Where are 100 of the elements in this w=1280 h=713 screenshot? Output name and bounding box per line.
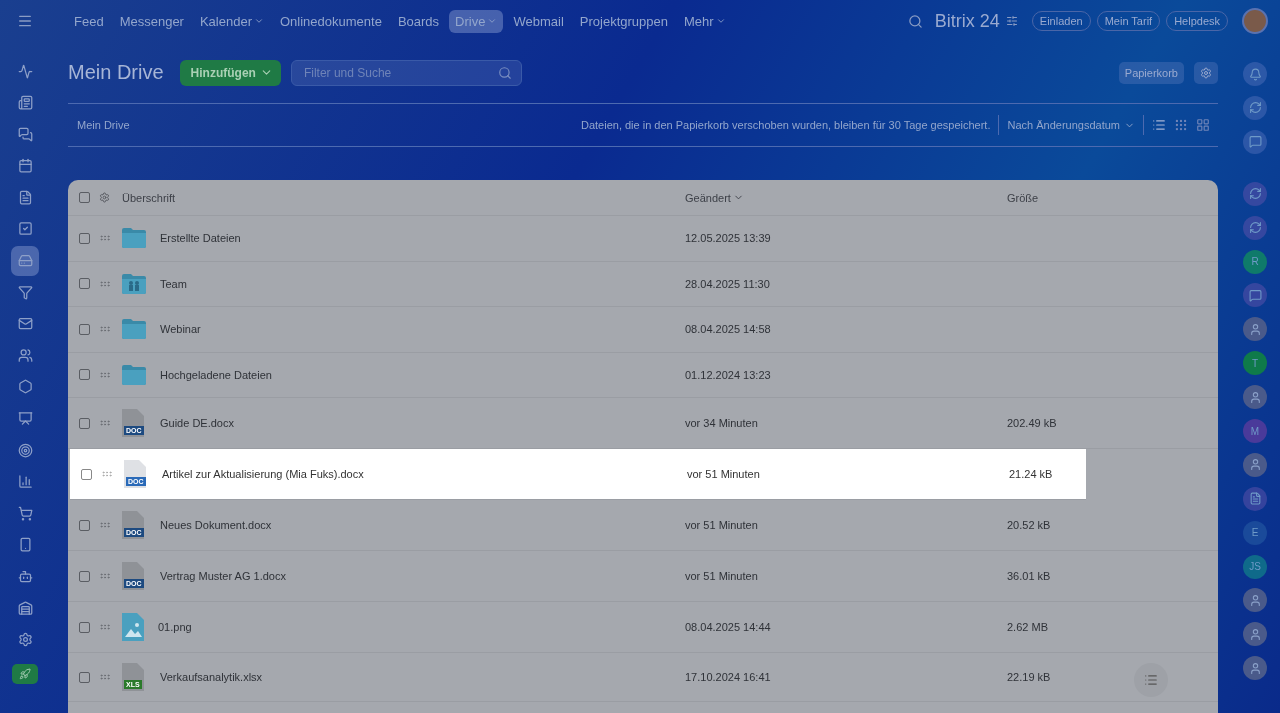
nav-tab[interactable]: Onlinedokumente (274, 9, 388, 33)
nav-tab[interactable]: Messenger (113, 9, 190, 33)
modified-date: 12.05.2025 13:39 (685, 232, 771, 245)
refresh-icon[interactable] (1243, 215, 1267, 240)
checkbox[interactable] (79, 417, 90, 429)
modified-date: 01.12.2024 13:23 (685, 368, 771, 381)
file-size: 20.52 kB (1007, 519, 1051, 531)
checkbox[interactable] (79, 278, 90, 290)
drag-handle-icon[interactable] (99, 671, 111, 683)
modified-date: 17.10.2024 16:41 (685, 671, 771, 683)
file-name[interactable]: Team (160, 277, 187, 290)
sliders-icon[interactable] (1005, 15, 1018, 27)
search-icon[interactable] (497, 65, 512, 80)
column-header[interactable]: Geändert (685, 191, 1007, 204)
file-row[interactable]: Hochgeladene Dateien 01.12.2024 13:23 (68, 352, 1218, 398)
bell-icon[interactable] (1243, 62, 1267, 86)
checkbox[interactable] (79, 519, 90, 531)
drag-handle-icon[interactable] (99, 621, 111, 633)
file-size: 2.62 MB (1007, 621, 1048, 633)
trash-button[interactable]: Papierkorb (1118, 61, 1184, 84)
folder-icon (122, 364, 146, 385)
file-size: 22.19 kB (1007, 671, 1051, 683)
nav-tab[interactable]: Boards (391, 9, 446, 33)
notice-text: Dateien, die in den Papierkorb verschoben wurden, bleiben für 30 Tage gespeichert. (580, 119, 991, 131)
file-name[interactable]: Vertrag Muster AG 1.docx (160, 570, 286, 582)
team-folder-icon (122, 273, 146, 294)
folder-icon (122, 228, 146, 249)
letter-avatar[interactable]: M (1243, 419, 1267, 443)
menu-icon[interactable] (17, 13, 33, 29)
dots-grid-icon[interactable] (1174, 118, 1188, 132)
drive-icon[interactable] (11, 245, 39, 276)
refresh-icon[interactable] (1243, 181, 1267, 206)
file-row[interactable]: 01.png 08.04.2025 14:44 2.62 MB (68, 602, 1218, 653)
letter-avatar[interactable]: E (1243, 520, 1267, 545)
list-button[interactable] (1134, 663, 1168, 697)
settings-icon (1200, 66, 1212, 79)
avatar-placeholder[interactable] (1243, 588, 1267, 613)
avatar-placeholder[interactable] (1243, 385, 1267, 410)
chat-icon[interactable] (1243, 129, 1267, 154)
settings-icon[interactable] (99, 192, 110, 203)
file-row[interactable]: Team 28.04.2025 11:30 (68, 261, 1218, 307)
avatar-placeholder[interactable] (1243, 622, 1267, 647)
file-name[interactable]: Hochgeladene Dateien (160, 368, 272, 381)
file-row[interactable]: Erstellte Dateien 12.05.2025 13:39 (68, 216, 1218, 262)
drag-handle-icon[interactable] (99, 570, 111, 582)
modified-date: vor 51 Minuten (685, 570, 758, 582)
search-field[interactable]: Filter und Suche (290, 59, 522, 86)
nav-tab[interactable]: Kalender (193, 9, 270, 33)
modified-date: 08.04.2025 14:44 (685, 621, 771, 633)
drag-handle-icon[interactable] (99, 519, 111, 531)
checkbox[interactable] (79, 232, 90, 244)
drag-handle-icon[interactable] (99, 417, 111, 429)
list-icon (1144, 673, 1158, 687)
chat-icon[interactable] (1243, 283, 1267, 308)
file-name[interactable]: Guide DE.docx (160, 417, 234, 429)
rocket-button[interactable] (12, 664, 38, 685)
file-name[interactable]: Erstellte Dateien (160, 232, 241, 245)
avatar-placeholder[interactable] (1243, 452, 1267, 477)
checkbox[interactable] (79, 570, 90, 582)
drag-handle-icon[interactable] (101, 468, 113, 480)
avatar-placeholder[interactable] (1243, 317, 1267, 342)
file-name[interactable]: Webinar (160, 323, 201, 336)
nav-tab[interactable]: Projektgruppen (573, 9, 674, 33)
modified-date: 08.04.2025 14:58 (685, 323, 771, 336)
modified-date: vor 51 Minuten (685, 519, 758, 531)
nav-tab[interactable]: Webmail (507, 9, 570, 33)
file-name[interactable]: Verkaufsanalytik.xlsx (160, 671, 263, 683)
nav-tab[interactable]: Mehr (677, 9, 732, 33)
checkbox[interactable] (79, 369, 90, 381)
file-name[interactable]: 01.png (158, 621, 192, 633)
rocket-icon (19, 668, 31, 681)
modified-date: 28.04.2025 11:30 (685, 277, 770, 290)
column-header[interactable]: Überschrift (122, 191, 685, 204)
image-file-icon (122, 613, 144, 641)
file-row[interactable]: Webinar 08.04.2025 14:58 (68, 307, 1218, 353)
refresh-icon[interactable] (1243, 95, 1267, 120)
breadcrumb[interactable]: Mein Drive (77, 119, 130, 131)
modified-date: vor 51 Minuten (687, 468, 760, 480)
settings-button[interactable] (1194, 61, 1218, 84)
avatar-placeholder[interactable] (1243, 656, 1267, 681)
checkbox[interactable] (81, 468, 92, 480)
nav-tab[interactable]: Feed (68, 9, 110, 33)
checkbox[interactable] (79, 671, 90, 683)
file-name[interactable]: Neues Dokument.docx (160, 519, 272, 531)
sort-dropdown[interactable]: Nach Änderungsdatum (1007, 119, 1135, 131)
user-avatar[interactable] (1242, 8, 1268, 34)
file-name[interactable]: Artikel zur Aktualisierung (Mia Fuks).docx (162, 468, 364, 480)
page-title: Mein Drive (68, 61, 164, 84)
tiles-icon[interactable] (1196, 118, 1210, 132)
checkbox[interactable] (79, 323, 90, 335)
search-icon[interactable] (907, 13, 923, 29)
list-view-icon[interactable] (1152, 118, 1166, 132)
document-icon[interactable] (1243, 486, 1267, 511)
column-header[interactable]: Größe (1007, 191, 1218, 204)
file-size: 21.24 kB (1009, 468, 1053, 480)
checkbox[interactable] (79, 621, 90, 633)
checkbox[interactable] (79, 192, 90, 203)
add-button[interactable]: Hinzufügen (179, 59, 281, 86)
file-size: 202.49 kB (1007, 417, 1057, 429)
modified-date: vor 34 Minuten (685, 417, 758, 429)
